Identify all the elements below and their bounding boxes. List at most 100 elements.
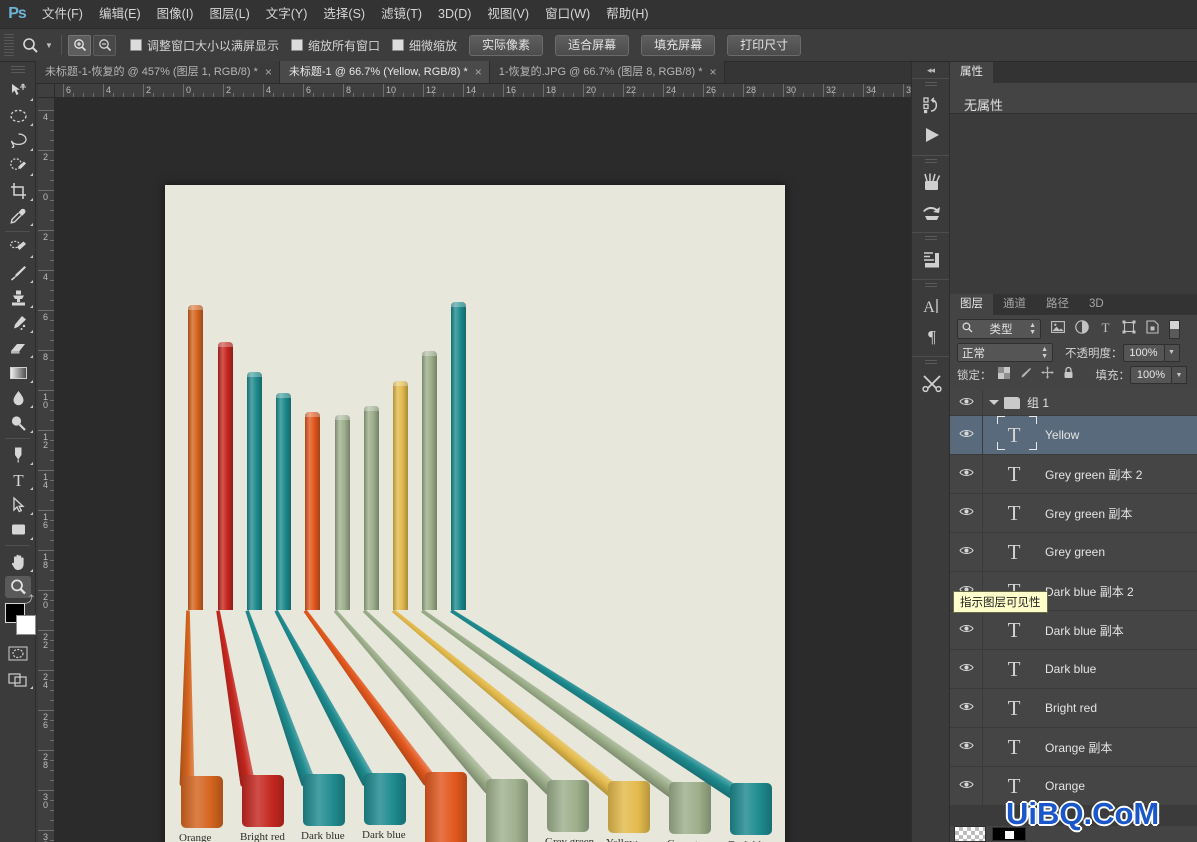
layer-visibility-toggle[interactable] bbox=[950, 767, 983, 805]
layer-visibility-toggle[interactable] bbox=[950, 390, 983, 415]
tab-channels[interactable]: 通道 bbox=[993, 294, 1036, 315]
eyedropper-tool[interactable] bbox=[0, 203, 36, 228]
type-tool[interactable]: T bbox=[0, 467, 36, 492]
move-tool[interactable] bbox=[0, 78, 36, 103]
layer-thumbnail[interactable]: T bbox=[983, 774, 1045, 799]
fill-screen-button[interactable]: 填充屏幕 bbox=[641, 35, 715, 56]
menu-filter[interactable]: 滤镜(T) bbox=[373, 0, 430, 29]
layer-thumbnail[interactable]: T bbox=[983, 696, 1045, 721]
horizontal-ruler[interactable]: 64202468101214161820222426283032343 bbox=[55, 84, 911, 98]
group-expand-triangle-icon[interactable] bbox=[989, 400, 999, 405]
type-filter-icon[interactable]: T bbox=[1099, 320, 1112, 339]
layer-thumbnail[interactable]: T bbox=[983, 462, 1045, 487]
filter-toggle-switch[interactable] bbox=[1169, 320, 1180, 339]
swap-colors-icon[interactable]: ⤴ bbox=[24, 591, 34, 606]
close-icon[interactable]: × bbox=[475, 66, 482, 78]
adjustment-filter-icon[interactable] bbox=[1075, 320, 1089, 339]
checkbox-box[interactable] bbox=[130, 39, 142, 51]
adjustments-icon[interactable] bbox=[912, 244, 951, 274]
lock-all-icon[interactable] bbox=[1063, 366, 1074, 384]
tool-presets-icon[interactable] bbox=[912, 368, 951, 398]
quick-selection-tool[interactable] bbox=[0, 153, 36, 178]
blend-mode-select[interactable]: 正常 ▲▼ bbox=[957, 343, 1053, 362]
menu-select[interactable]: 选择(S) bbox=[315, 0, 373, 29]
menu-layer[interactable]: 图层(L) bbox=[201, 0, 257, 29]
quick-mask-toggle[interactable] bbox=[0, 641, 36, 666]
blur-tool[interactable] bbox=[0, 385, 36, 410]
layer-thumbnail[interactable]: T bbox=[983, 540, 1045, 565]
close-icon[interactable]: × bbox=[265, 66, 272, 78]
background-color-swatch[interactable] bbox=[16, 615, 36, 635]
collapse-panels-icon[interactable]: ◂◂ bbox=[912, 62, 949, 78]
layer-row[interactable]: TYellow bbox=[950, 416, 1197, 455]
dock-grip[interactable] bbox=[925, 283, 937, 289]
checkbox-scrubby-zoom[interactable]: 细微缩放 bbox=[392, 37, 457, 54]
gradient-tool[interactable] bbox=[0, 360, 36, 385]
layer-thumbnail[interactable]: T bbox=[983, 501, 1045, 526]
close-icon[interactable]: × bbox=[710, 66, 717, 78]
dock-grip[interactable] bbox=[925, 236, 937, 242]
vertical-ruler[interactable]: 42024681012141618202224262830323 bbox=[38, 98, 55, 842]
layer-filter-type-select[interactable]: 类型 ▲▼ bbox=[957, 319, 1041, 339]
layer-visibility-toggle[interactable] bbox=[950, 728, 983, 766]
zoom-tool-icon[interactable] bbox=[17, 33, 43, 57]
smartobject-filter-icon[interactable] bbox=[1146, 320, 1159, 339]
dock-grip[interactable] bbox=[925, 360, 937, 366]
checkbox-resize-windows-to-fit[interactable]: 调整窗口大小以满屏显示 bbox=[130, 37, 279, 54]
eraser-tool[interactable] bbox=[0, 335, 36, 360]
layer-row[interactable]: TBright red bbox=[950, 689, 1197, 728]
spot-healing-brush-tool[interactable] bbox=[0, 235, 36, 260]
layer-visibility-toggle[interactable] bbox=[950, 650, 983, 688]
layer-thumbnail[interactable]: T bbox=[983, 618, 1045, 643]
ruler-corner[interactable] bbox=[38, 84, 55, 98]
screen-mode-toggle[interactable] bbox=[0, 666, 36, 691]
history-brush-tool[interactable] bbox=[0, 310, 36, 335]
lock-image-pixels-icon[interactable] bbox=[1019, 366, 1032, 384]
zoom-in-button[interactable] bbox=[68, 35, 91, 56]
tools-panel-grip[interactable] bbox=[11, 66, 25, 74]
artboard[interactable]: OrangeBright redDark blueDark blueOrange… bbox=[165, 185, 785, 842]
fill-chevron-down-icon[interactable]: ▼ bbox=[1172, 366, 1187, 384]
actions-play-icon[interactable] bbox=[912, 120, 951, 150]
layer-row[interactable]: TGrey green 副本 bbox=[950, 494, 1197, 533]
menu-edit[interactable]: 编辑(E) bbox=[91, 0, 149, 29]
lock-position-icon[interactable] bbox=[1041, 366, 1054, 384]
menu-type[interactable]: 文字(Y) bbox=[258, 0, 316, 29]
crop-tool[interactable] bbox=[0, 178, 36, 203]
paragraph-icon[interactable]: ¶ bbox=[912, 321, 951, 351]
layer-visibility-toggle[interactable] bbox=[950, 689, 983, 727]
checkbox-box[interactable] bbox=[392, 39, 404, 51]
document-tab-3[interactable]: 1-恢复的.JPG @ 66.7% (图层 8, RGB/8) * × bbox=[490, 61, 725, 83]
layer-row[interactable]: TOrange 副本 bbox=[950, 728, 1197, 767]
transparency-checker-thumb[interactable] bbox=[954, 826, 986, 842]
layer-visibility-toggle[interactable] bbox=[950, 455, 983, 493]
tab-paths[interactable]: 路径 bbox=[1036, 294, 1079, 315]
chevron-updown-icon[interactable]: ▲▼ bbox=[1029, 322, 1036, 336]
history-icon[interactable] bbox=[912, 90, 951, 120]
layer-visibility-toggle[interactable] bbox=[950, 494, 983, 532]
dock-grip[interactable] bbox=[925, 82, 937, 88]
tool-preset-chevron-down-icon[interactable]: ▼ bbox=[43, 33, 55, 57]
layer-row[interactable]: TDark blue bbox=[950, 650, 1197, 689]
zoom-out-button[interactable] bbox=[93, 35, 116, 56]
tab-properties[interactable]: 属性 bbox=[950, 62, 993, 83]
clone-source-icon[interactable] bbox=[912, 197, 951, 227]
tab-layers[interactable]: 图层 bbox=[950, 294, 993, 315]
lock-transparent-pixels-icon[interactable] bbox=[998, 366, 1010, 384]
image-filter-icon[interactable] bbox=[1051, 320, 1065, 338]
rectangular-marquee-tool[interactable] bbox=[0, 103, 36, 128]
dodge-tool[interactable] bbox=[0, 410, 36, 435]
menu-help[interactable]: 帮助(H) bbox=[598, 0, 656, 29]
character-icon[interactable]: A bbox=[912, 291, 951, 321]
layer-row[interactable]: TGrey green 副本 2 bbox=[950, 455, 1197, 494]
menu-view[interactable]: 视图(V) bbox=[479, 0, 537, 29]
checkbox-zoom-all-windows[interactable]: 缩放所有窗口 bbox=[291, 37, 380, 54]
shape-filter-icon[interactable] bbox=[1122, 320, 1136, 339]
layer-thumbnail[interactable]: T bbox=[983, 423, 1045, 448]
menu-window[interactable]: 窗口(W) bbox=[537, 0, 598, 29]
layer-visibility-toggle[interactable] bbox=[950, 416, 983, 454]
opacity-chevron-down-icon[interactable]: ▼ bbox=[1165, 344, 1180, 362]
options-bar-grip[interactable] bbox=[4, 34, 14, 56]
path-selection-tool[interactable] bbox=[0, 492, 36, 517]
hand-tool[interactable] bbox=[0, 549, 36, 574]
